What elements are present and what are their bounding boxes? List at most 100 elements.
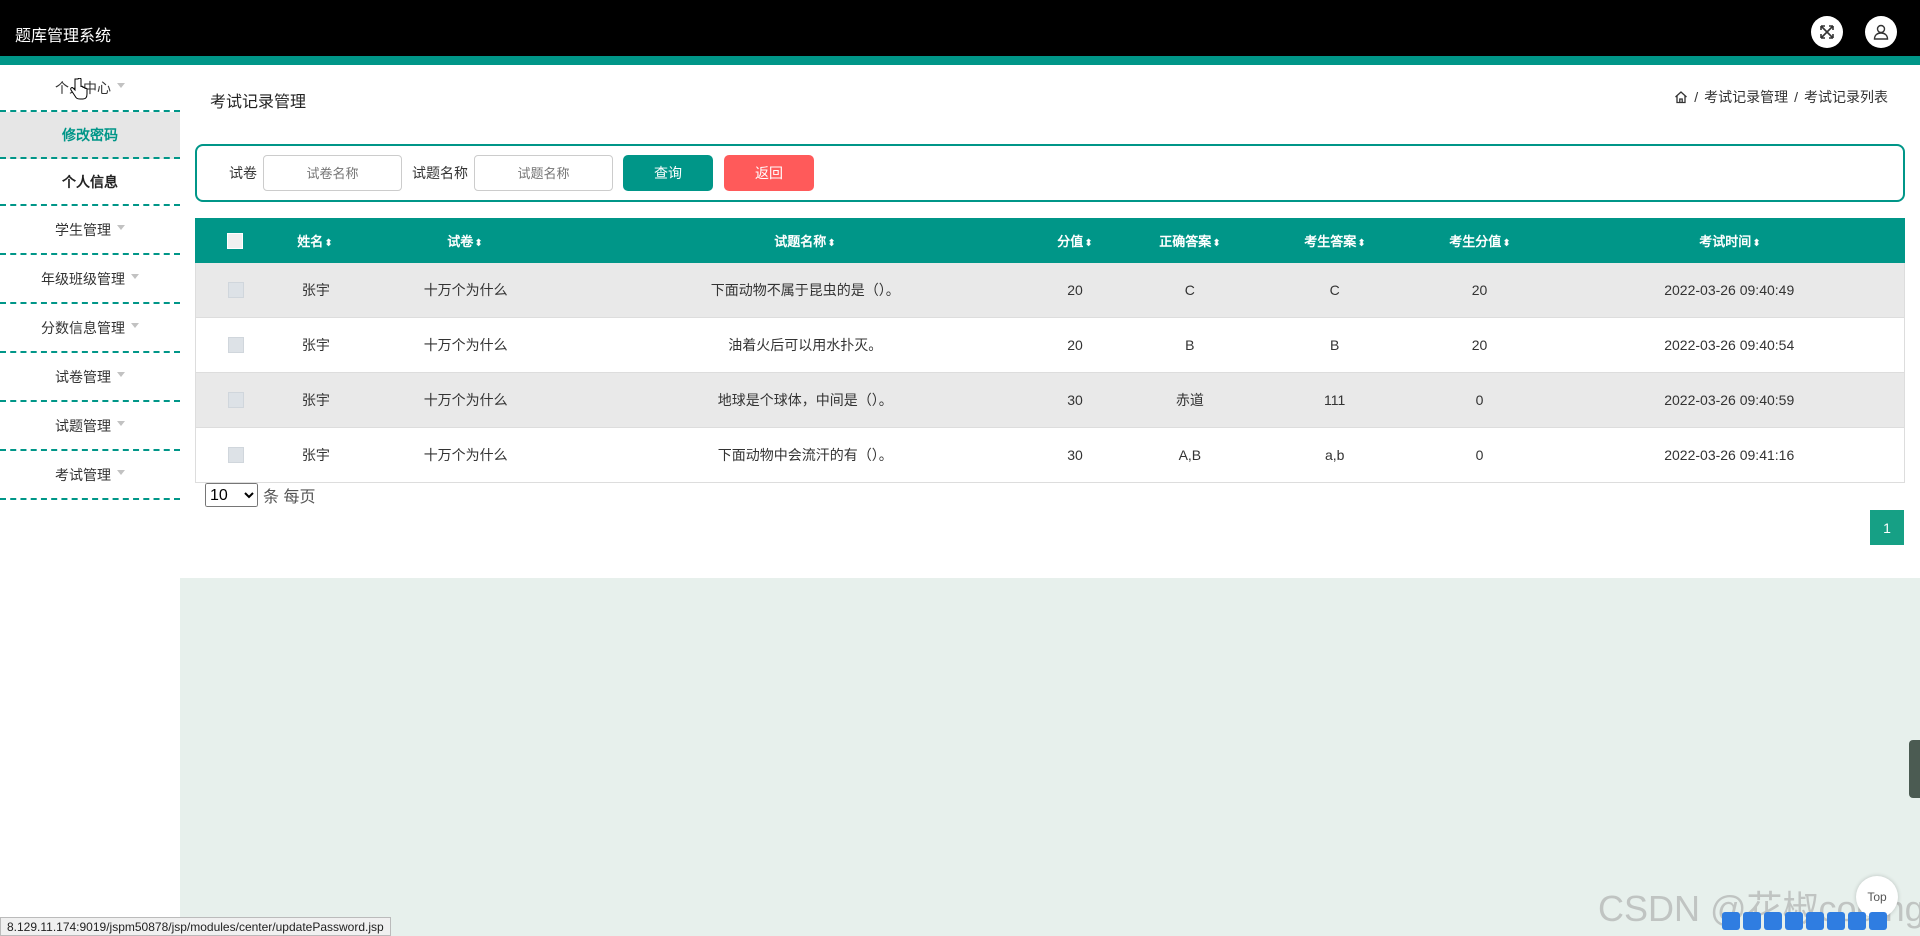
page-size-select[interactable]: 10: [205, 483, 258, 507]
user-button[interactable]: [1865, 16, 1897, 48]
sidebar-item-papers[interactable]: 试卷管理: [0, 353, 180, 402]
paper-name-input[interactable]: [263, 155, 402, 191]
column-header-exam-time[interactable]: 考试时间⬍: [1555, 231, 1905, 250]
sidebar-item-questions[interactable]: 试题管理: [0, 402, 180, 451]
breadcrumb-item: 考试记录列表: [1804, 89, 1888, 105]
cell-question: 下面动物不属于昆虫的是（）。: [710, 282, 900, 298]
cell-name: 张宇: [301, 282, 330, 298]
cell-score: 20: [1067, 337, 1083, 353]
ime-lang-icon[interactable]: [1743, 912, 1761, 930]
user-icon: [1873, 24, 1889, 40]
cell-student-score: 20: [1471, 282, 1488, 298]
fullscreen-button[interactable]: [1811, 16, 1843, 48]
select-all-cell: [195, 232, 275, 249]
sidebar-item-exams[interactable]: 考试管理: [0, 451, 180, 500]
cell-paper: 十万个为什么: [423, 282, 508, 298]
sidebar-item-students[interactable]: 学生管理: [0, 206, 180, 255]
ime-logo-icon[interactable]: [1722, 912, 1740, 930]
sidebar-item-grade-class[interactable]: 年级班级管理: [0, 255, 180, 304]
cell-paper: 十万个为什么: [423, 337, 508, 353]
header-accent-line: [0, 56, 1920, 65]
sidebar-item-label: 学生管理: [55, 221, 111, 238]
chevron-down-icon: [117, 470, 125, 475]
cell-student-answer: a,b: [1324, 447, 1345, 463]
cell-exam-time: 2022-03-26 09:40:54: [1664, 337, 1795, 353]
sidebar-item-label: 分数信息管理: [41, 319, 125, 336]
row-checkbox[interactable]: [227, 337, 244, 353]
chevron-down-icon: [117, 225, 125, 230]
chevron-down-icon: [117, 83, 125, 88]
select-all-checkbox[interactable]: [227, 232, 243, 249]
column-header-paper[interactable]: 试卷⬍: [355, 231, 575, 250]
table-row: 张宇 十万个为什么 油着火后可以用水扑灭。 20 B B 20 2022-03-…: [195, 318, 1905, 373]
column-header-student-answer[interactable]: 考生答案⬍: [1265, 231, 1405, 250]
cell-paper: 十万个为什么: [423, 447, 508, 463]
cell-correct-answer: A,B: [1178, 447, 1202, 463]
sort-icon: ⬍: [1212, 238, 1221, 249]
sidebar: 个人中心 修改密码 个人信息 学生管理 年级班级管理 分数信息管理 试卷管理 试…: [0, 65, 180, 936]
cell-exam-time: 2022-03-26 09:40:59: [1664, 392, 1795, 408]
breadcrumb-separator: /: [1694, 89, 1699, 105]
cell-name: 张宇: [301, 392, 330, 408]
column-header-score[interactable]: 分值⬍: [1035, 231, 1115, 250]
cell-name: 张宇: [301, 447, 330, 463]
search-form: 试卷 试题名称 查询 返回: [195, 144, 1905, 202]
cell-paper: 十万个为什么: [423, 392, 508, 408]
cell-student-answer: B: [1330, 337, 1340, 353]
chevron-down-icon: [131, 274, 139, 279]
home-icon[interactable]: [1674, 90, 1688, 104]
ime-keyboard-icon[interactable]: [1827, 912, 1845, 930]
sidebar-item-scores[interactable]: 分数信息管理: [0, 304, 180, 353]
cell-score: 30: [1067, 392, 1083, 408]
column-header-name[interactable]: 姓名⬍: [275, 231, 355, 250]
ime-settings-icon[interactable]: [1869, 912, 1887, 930]
paper-label: 试卷: [229, 165, 257, 181]
app-title: 题库管理系统: [15, 28, 112, 45]
sort-icon: ⬍: [1502, 238, 1511, 249]
ime-pen-icon[interactable]: [1785, 912, 1803, 930]
row-checkbox[interactable]: [227, 392, 244, 408]
query-button[interactable]: 查询: [623, 155, 713, 191]
sidebar-subitem-personal-info[interactable]: 个人信息: [0, 159, 180, 206]
side-panel-handle[interactable]: [1909, 740, 1920, 798]
sort-icon: ⬍: [1357, 238, 1366, 249]
cell-correct-answer: B: [1185, 337, 1195, 353]
chevron-down-icon: [117, 421, 125, 426]
question-label: 试题名称: [412, 165, 468, 181]
ime-scissors-icon[interactable]: [1806, 912, 1824, 930]
cell-correct-answer: C: [1184, 282, 1195, 298]
sidebar-item-personal-center[interactable]: 个人中心: [0, 65, 180, 112]
page-size-suffix: 条 每页: [263, 489, 316, 506]
table-row: 张宇 十万个为什么 地球是个球体，中间是（）。 30 赤道 111 0 2022…: [195, 373, 1905, 428]
sidebar-subitem-label: 修改密码: [62, 126, 118, 143]
row-checkbox[interactable]: [227, 447, 244, 463]
cell-student-answer: 111: [1324, 392, 1346, 408]
breadcrumb-item[interactable]: 考试记录管理: [1704, 87, 1788, 107]
chevron-down-icon: [131, 323, 139, 328]
table-row: 张宇 十万个为什么 下面动物不属于昆虫的是（）。 20 C C 20 2022-…: [195, 263, 1905, 318]
column-header-correct-answer[interactable]: 正确答案⬍: [1115, 231, 1265, 250]
sidebar-subitem-change-password[interactable]: 修改密码: [0, 112, 180, 159]
ime-shirt-icon[interactable]: [1848, 912, 1866, 930]
column-header-question[interactable]: 试题名称⬍: [575, 231, 1035, 250]
breadcrumb-separator: /: [1794, 89, 1798, 105]
question-name-input[interactable]: [474, 155, 613, 191]
cell-question: 地球是个球体，中间是（）。: [717, 392, 893, 408]
page-number-button[interactable]: 1: [1870, 510, 1904, 545]
sidebar-item-label: 试题管理: [55, 417, 111, 434]
row-checkbox[interactable]: [227, 282, 244, 298]
sort-icon: ⬍: [1084, 238, 1093, 249]
sort-icon: ⬍: [324, 238, 333, 249]
browser-status-url: 8.129.11.174:9019/jspm50878/jsp/modules/…: [0, 917, 391, 936]
breadcrumb: / 考试记录管理 / 考试记录列表: [1674, 87, 1888, 107]
chevron-down-icon: [117, 372, 125, 377]
cell-student-score: 20: [1471, 337, 1488, 353]
sidebar-item-label: 考试管理: [55, 466, 111, 483]
sidebar-subitem-label: 个人信息: [62, 173, 118, 190]
ime-punct-icon[interactable]: [1764, 912, 1782, 930]
back-button[interactable]: 返回: [724, 155, 814, 191]
column-header-student-score[interactable]: 考生分值⬍: [1405, 231, 1555, 250]
cell-exam-time: 2022-03-26 09:40:49: [1664, 282, 1795, 298]
sort-icon: ⬍: [827, 238, 836, 249]
sidebar-item-label: 试卷管理: [55, 368, 111, 385]
